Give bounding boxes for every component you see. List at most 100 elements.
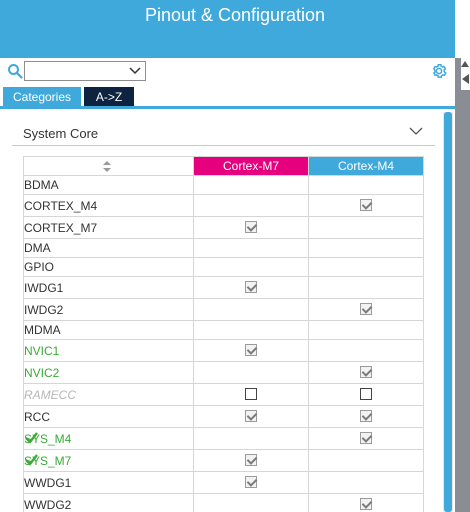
core2-cell[interactable] (308, 449, 424, 472)
table-row[interactable]: GPIO (23, 257, 424, 277)
collapse-up-icon[interactable] (461, 61, 469, 67)
core1-cell[interactable] (193, 320, 309, 340)
peripheral-name[interactable]: WWDG2 (23, 493, 194, 512)
table-row[interactable]: NVIC2 (23, 361, 424, 384)
core1-cell[interactable] (193, 298, 309, 321)
table-row[interactable]: NVIC1 (23, 339, 424, 362)
core2-cell[interactable] (308, 339, 424, 362)
core1-cell[interactable] (193, 471, 309, 494)
table-row[interactable]: WWDG2 (23, 493, 424, 512)
core2-cell[interactable] (308, 383, 424, 406)
core2-cell[interactable] (308, 405, 424, 428)
chevron-down-icon[interactable] (129, 66, 141, 76)
core2-cell[interactable] (308, 238, 424, 258)
core2-checkbox[interactable] (360, 199, 372, 212)
core2-cell[interactable] (308, 194, 424, 217)
core1-cell[interactable] (193, 383, 309, 406)
peripheral-name[interactable]: WWDG1 (23, 471, 194, 494)
core1-cell[interactable] (193, 427, 309, 450)
peripheral-name[interactable]: MDMA (23, 320, 194, 340)
core1-cell[interactable] (193, 339, 309, 362)
core1-checkbox[interactable] (245, 476, 257, 489)
peripheral-name[interactable]: CORTEX_M4 (23, 194, 194, 217)
core1-cell[interactable] (193, 257, 309, 277)
collapse-left-icon[interactable] (462, 74, 469, 84)
core2-cell[interactable] (308, 427, 424, 450)
sort-header[interactable] (23, 156, 194, 176)
table-row[interactable]: CORTEX_M7 (23, 216, 424, 239)
section-title[interactable]: System Core (23, 126, 98, 141)
core2-cell[interactable] (308, 493, 424, 512)
checkmark-icon (25, 432, 38, 444)
core1-cell[interactable] (193, 276, 309, 299)
core1-cell[interactable] (193, 449, 309, 472)
section-divider (12, 145, 435, 146)
core2-cell[interactable] (308, 320, 424, 340)
table-row[interactable]: MDMA (23, 320, 424, 340)
core2-cell[interactable] (308, 216, 424, 239)
search-icon[interactable] (7, 63, 23, 79)
side-panel-collapse-bar[interactable] (455, 58, 470, 512)
gear-icon[interactable] (430, 62, 448, 80)
table-row[interactable]: RAMECC (23, 383, 424, 406)
peripheral-name[interactable]: DMA (23, 238, 194, 258)
peripheral-name[interactable]: GPIO (23, 257, 194, 277)
page-title: Pinout & Configuration (144, 5, 326, 25)
core2-checkbox[interactable] (360, 388, 372, 401)
peripheral-name[interactable]: CORTEX_M7 (23, 216, 194, 239)
collapse-controls[interactable] (461, 58, 470, 90)
core1-checkbox[interactable] (245, 281, 257, 294)
core2-cell[interactable] (308, 257, 424, 277)
core2-cell[interactable] (308, 361, 424, 384)
table-row[interactable]: IWDG1 (23, 276, 424, 299)
core2-checkbox[interactable] (360, 366, 372, 379)
core2-checkbox[interactable] (360, 303, 372, 316)
table-row[interactable]: SYS_M7 (23, 449, 424, 472)
peripheral-name[interactable]: NVIC1 (23, 339, 194, 362)
core1-checkbox[interactable] (245, 388, 257, 401)
search-combobox[interactable] (24, 61, 146, 81)
peripheral-name[interactable]: NVIC2 (23, 361, 194, 384)
sort-icon[interactable] (102, 160, 112, 173)
core2-checkbox[interactable] (360, 432, 372, 445)
right-gutter-top (455, 0, 470, 58)
core1-cell[interactable] (193, 194, 309, 217)
table-row[interactable]: IWDG2 (23, 298, 424, 321)
scrollbar-thumb[interactable] (444, 112, 452, 512)
core1-cell[interactable] (193, 361, 309, 384)
tab-categories[interactable]: Categories (3, 87, 81, 107)
core1-checkbox[interactable] (245, 410, 257, 423)
core2-cell[interactable] (308, 471, 424, 494)
core2-cell[interactable] (308, 276, 424, 299)
table-row[interactable]: CORTEX_M4 (23, 194, 424, 217)
column-header-core2[interactable]: Cortex-M4 (308, 156, 424, 176)
peripheral-name[interactable]: SYS_M4 (23, 427, 194, 450)
peripheral-name[interactable]: BDMA (23, 175, 194, 195)
tab-a-z[interactable]: A->Z (84, 87, 134, 107)
core2-cell[interactable] (308, 298, 424, 321)
peripheral-name[interactable]: SYS_M7 (23, 449, 194, 472)
core1-cell[interactable] (193, 493, 309, 512)
core2-checkbox[interactable] (360, 498, 372, 511)
peripheral-name[interactable]: RAMECC (23, 383, 194, 406)
peripheral-name[interactable]: RCC (23, 405, 194, 428)
table-row[interactable]: BDMA (23, 175, 424, 195)
peripheral-name[interactable]: IWDG1 (23, 276, 194, 299)
core1-cell[interactable] (193, 238, 309, 258)
core1-checkbox[interactable] (245, 221, 257, 234)
column-header-core1[interactable]: Cortex-M7 (193, 156, 309, 176)
core1-checkbox[interactable] (245, 344, 257, 357)
table-row[interactable]: SYS_M4 (23, 427, 424, 450)
peripheral-table: Cortex-M7 Cortex-M4 BDMA CORTEX_M4 CORTE… (23, 156, 424, 512)
table-row[interactable]: DMA (23, 238, 424, 258)
table-row[interactable]: RCC (23, 405, 424, 428)
core1-cell[interactable] (193, 175, 309, 195)
table-row[interactable]: WWDG1 (23, 471, 424, 494)
core1-cell[interactable] (193, 216, 309, 239)
chevron-down-icon[interactable] (409, 126, 423, 136)
core2-checkbox[interactable] (360, 410, 372, 423)
core2-cell[interactable] (308, 175, 424, 195)
core1-cell[interactable] (193, 405, 309, 428)
peripheral-name[interactable]: IWDG2 (23, 298, 194, 321)
core1-checkbox[interactable] (245, 454, 257, 467)
